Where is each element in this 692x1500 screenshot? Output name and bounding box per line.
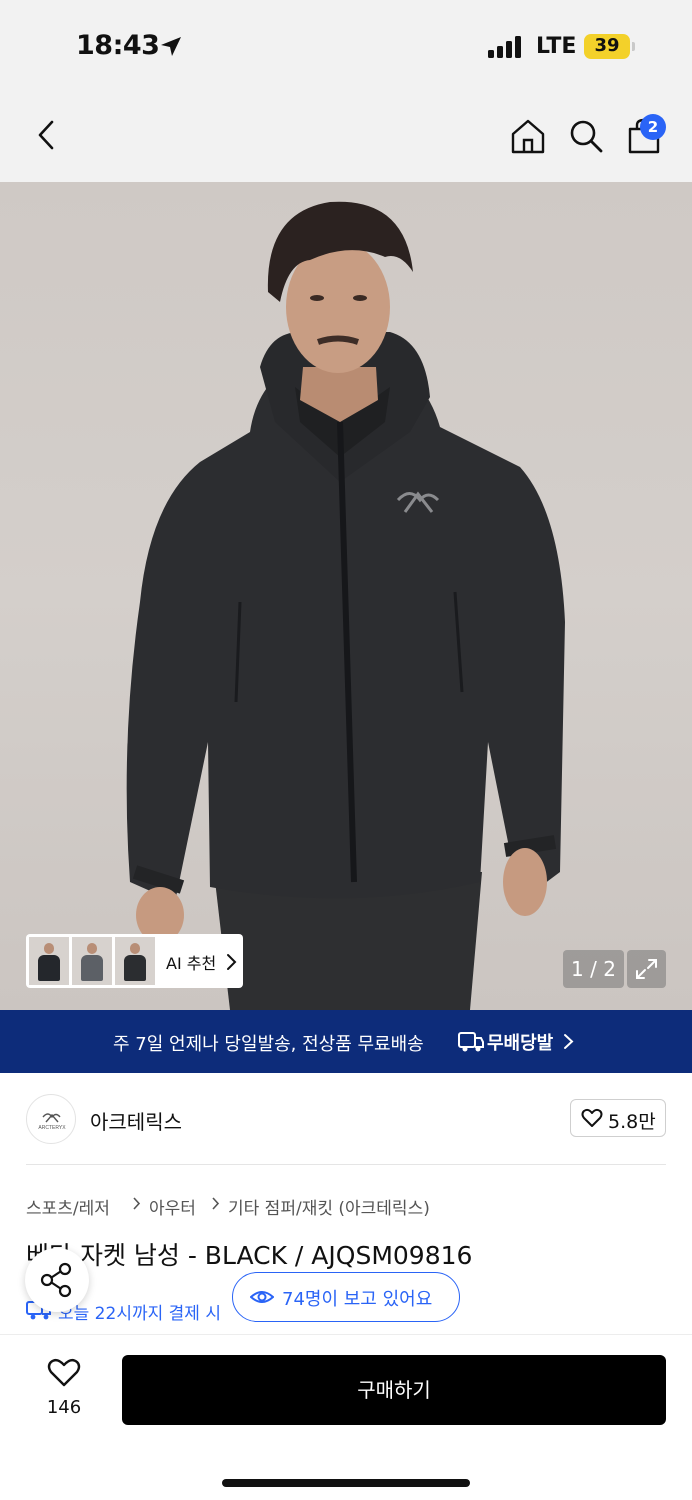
status-time: 18:43 (76, 30, 160, 61)
thumbnail-1[interactable] (29, 937, 69, 985)
buy-button[interactable]: 구매하기 (122, 1355, 666, 1425)
cart-count-badge: 2 (640, 114, 666, 140)
battery-level: 39 (594, 35, 620, 56)
heart-icon[interactable] (47, 1358, 81, 1388)
banner-text: 주 7일 언제나 당일발송, 전상품 무료배송 (113, 1034, 424, 1055)
chevron-right-icon (564, 1034, 574, 1049)
thumbnail-head (130, 943, 140, 954)
network-type: LTE (536, 34, 577, 59)
expand-icon (636, 959, 657, 979)
brand-logo-mark: ARCTERYX (38, 1113, 66, 1131)
viewers-text: 74명이 보고 있어요 (282, 1289, 433, 1310)
banner-logo-text: 무배당발 (487, 1033, 554, 1054)
breadcrumb-item[interactable]: 기타 점퍼/재킷 (아크테릭스) (228, 1194, 430, 1219)
thumbnail-jacket (38, 955, 60, 981)
brand-like-count: 5.8만 (608, 1111, 656, 1133)
location-arrow-icon (161, 37, 181, 56)
divider (26, 1164, 666, 1165)
home-icon[interactable] (508, 116, 548, 156)
top-nav-bar (0, 92, 692, 182)
search-icon[interactable] (566, 116, 606, 156)
brand-name[interactable]: 아크테릭스 (90, 1106, 182, 1135)
wish-count: 146 (46, 1397, 82, 1418)
truck-icon (458, 1032, 484, 1052)
model-illustration (126, 201, 566, 1010)
brand-logo-text: ARCTERYX (38, 1125, 66, 1131)
expand-image-button[interactable] (627, 950, 666, 988)
chevron-right-icon (212, 1197, 220, 1210)
thumbnail-head (44, 943, 54, 954)
breadcrumb-item[interactable]: 아우터 (149, 1194, 196, 1219)
eye-icon (250, 1291, 274, 1303)
heart-icon (581, 1108, 603, 1127)
back-icon[interactable] (30, 118, 64, 152)
share-icon (40, 1262, 72, 1298)
battery-indicator: 39 (584, 34, 630, 59)
share-button[interactable] (25, 1248, 89, 1312)
image-page-indicator: 1 / 2 (563, 950, 624, 988)
chevron-right-icon (133, 1197, 141, 1210)
thumbnail-3[interactable] (115, 937, 155, 985)
thumbnail-head (87, 943, 97, 954)
signal-icon (488, 36, 521, 58)
brand-logo[interactable]: ARCTERYX (26, 1094, 76, 1144)
thumbnail-jacket (124, 955, 146, 981)
thumbnail-jacket (81, 955, 103, 981)
thumbnail-2[interactable] (72, 937, 112, 985)
battery-tip (632, 42, 635, 51)
breadcrumb-item[interactable]: 스포츠/레저 (26, 1194, 110, 1219)
product-image[interactable] (0, 182, 692, 1010)
home-indicator (222, 1479, 470, 1487)
ai-recommend-label[interactable]: AI 추천 (166, 950, 216, 974)
product-title: 베타 자켓 남성 - BLACK / AJQSM09816 (26, 1241, 473, 1270)
chevron-right-icon (227, 954, 237, 970)
